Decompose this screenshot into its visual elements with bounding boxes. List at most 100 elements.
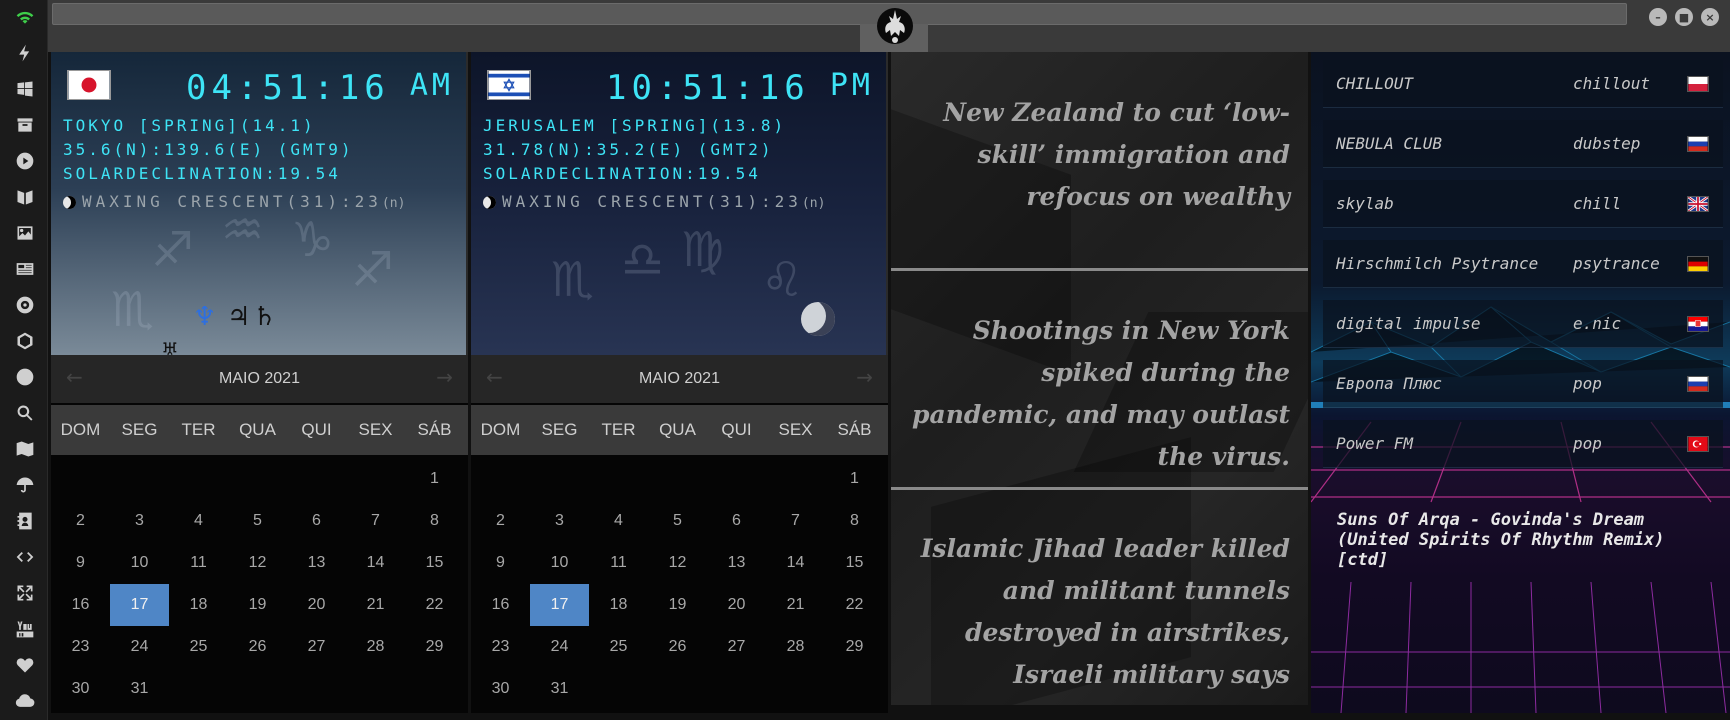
calendar-day[interactable]: 24 [110, 626, 169, 668]
calendar-day[interactable]: 16 [51, 584, 110, 626]
calendar-day[interactable]: 11 [589, 542, 648, 584]
news-headline[interactable]: New Zealand to cut ‘low-skill’ immigrati… [910, 92, 1290, 218]
play-icon[interactable] [14, 150, 36, 172]
calendar-day[interactable]: 16 [471, 584, 530, 626]
next-month-arrow-icon[interactable]: → [436, 365, 453, 389]
lightning-icon[interactable] [14, 42, 36, 64]
calendar-day[interactable]: 26 [648, 626, 707, 668]
calendar-day[interactable]: 9 [51, 542, 110, 584]
calendar-day[interactable]: 23 [51, 626, 110, 668]
code-icon[interactable] [14, 546, 36, 568]
calendar-day[interactable]: 13 [287, 542, 346, 584]
calendar-day[interactable]: 12 [228, 542, 287, 584]
calendar-day[interactable]: 28 [766, 626, 825, 668]
calendar-day[interactable]: 25 [589, 626, 648, 668]
calendar-day[interactable]: 8 [405, 500, 464, 542]
calendar-day[interactable]: 3 [110, 500, 169, 542]
map-icon[interactable] [14, 438, 36, 460]
minimize-button[interactable]: – [1649, 8, 1667, 26]
expand-icon[interactable] [14, 582, 36, 604]
calendar-day[interactable]: 1 [825, 458, 884, 500]
calendar-day[interactable]: 27 [707, 626, 766, 668]
calendar-day[interactable]: 14 [346, 542, 405, 584]
calendar-day[interactable]: 30 [471, 668, 530, 710]
calendar-day[interactable]: 8 [825, 500, 884, 542]
clock-jerusalem: ♏ ♎ ♍ ♌ 10:51:16 PM JERUSALEM [SPRING](1… [471, 52, 888, 355]
rebel-logo-tab[interactable] [840, 0, 956, 52]
calendar-day[interactable]: 4 [589, 500, 648, 542]
calendar-day[interactable]: 31 [110, 668, 169, 710]
calendar-day[interactable]: 25 [169, 626, 228, 668]
calendar-day[interactable]: 28 [346, 626, 405, 668]
close-button[interactable]: × [1701, 8, 1719, 26]
news-headline[interactable]: Islamic Jihad leader killed and militant… [910, 528, 1290, 696]
calendar-day[interactable]: 2 [471, 500, 530, 542]
calendar-day[interactable]: 7 [766, 500, 825, 542]
calendar-day[interactable]: 14 [766, 542, 825, 584]
calendar-day[interactable]: 11 [169, 542, 228, 584]
calendar-day-today[interactable]: 17 [110, 584, 169, 626]
calendar-day[interactable]: 2 [51, 500, 110, 542]
windows-icon[interactable] [14, 78, 36, 100]
translate-icon[interactable] [14, 186, 36, 208]
image-icon[interactable] [14, 222, 36, 244]
calendar-day-today[interactable]: 17 [530, 584, 589, 626]
calendar-day[interactable]: 31 [530, 668, 589, 710]
calendar-day[interactable]: 7 [346, 500, 405, 542]
calendar-day[interactable]: 19 [648, 584, 707, 626]
calendar-day[interactable]: 27 [287, 626, 346, 668]
calendar-day[interactable]: 24 [530, 626, 589, 668]
calendar-day[interactable]: 12 [648, 542, 707, 584]
calendar-day[interactable]: 10 [110, 542, 169, 584]
calendar-day[interactable]: 29 [405, 626, 464, 668]
search-icon[interactable] [14, 402, 36, 424]
calendar-day[interactable]: 21 [346, 584, 405, 626]
calendar-day[interactable]: 18 [589, 584, 648, 626]
contacts-icon[interactable] [14, 510, 36, 532]
calendar-day[interactable]: 21 [766, 584, 825, 626]
radio-station[interactable]: skylab chill [1323, 180, 1723, 228]
youtube-icon[interactable] [14, 618, 36, 640]
maximize-button[interactable]: ■ [1675, 8, 1693, 26]
radio-station[interactable]: NEBULA CLUB dubstep [1323, 120, 1723, 168]
heart-icon[interactable] [14, 654, 36, 676]
radio-station[interactable]: Hirschmilch Psytrance psytrance [1323, 240, 1723, 288]
calendar-day[interactable]: 1 [405, 458, 464, 500]
radio-station[interactable]: digital impulse e.nic [1323, 300, 1723, 348]
calendar-day[interactable]: 6 [707, 500, 766, 542]
umbrella-icon[interactable] [14, 474, 36, 496]
calendar-day[interactable]: 3 [530, 500, 589, 542]
archive-icon[interactable] [14, 114, 36, 136]
calendar-day[interactable]: 20 [287, 584, 346, 626]
cloud-icon[interactable] [14, 690, 36, 712]
calendar-day[interactable]: 13 [707, 542, 766, 584]
globe-icon[interactable] [14, 366, 36, 388]
calendar-day[interactable]: 20 [707, 584, 766, 626]
zodiac-decoration: ♏ [551, 252, 595, 308]
calendar-day[interactable]: 10 [530, 542, 589, 584]
calendar-day[interactable]: 29 [825, 626, 884, 668]
news-headline[interactable]: Shootings in New York spiked during the … [910, 310, 1290, 478]
calendar-day[interactable]: 5 [648, 500, 707, 542]
calendar-day[interactable]: 5 [228, 500, 287, 542]
calendar-day[interactable]: 30 [51, 668, 110, 710]
radio-station[interactable]: CHILLOUT chillout [1323, 60, 1723, 108]
wifi-icon[interactable] [14, 6, 36, 28]
calendar-day[interactable]: 22 [825, 584, 884, 626]
calendar-day[interactable]: 15 [405, 542, 464, 584]
calendar-day[interactable]: 19 [228, 584, 287, 626]
calendar-day[interactable]: 4 [169, 500, 228, 542]
settings-icon[interactable] [14, 294, 36, 316]
next-month-arrow-icon[interactable]: → [856, 365, 873, 389]
radio-station[interactable]: Power FM pop [1323, 420, 1723, 468]
calendar-day[interactable]: 9 [471, 542, 530, 584]
calendar-day[interactable]: 23 [471, 626, 530, 668]
calendar-day[interactable]: 15 [825, 542, 884, 584]
calendar-day[interactable]: 22 [405, 584, 464, 626]
calendar-day[interactable]: 26 [228, 626, 287, 668]
hexagon-icon[interactable] [14, 330, 36, 352]
news-icon[interactable] [14, 258, 36, 280]
calendar-day[interactable]: 6 [287, 500, 346, 542]
radio-station[interactable]: Европа Плюс pop [1323, 360, 1723, 408]
calendar-day[interactable]: 18 [169, 584, 228, 626]
